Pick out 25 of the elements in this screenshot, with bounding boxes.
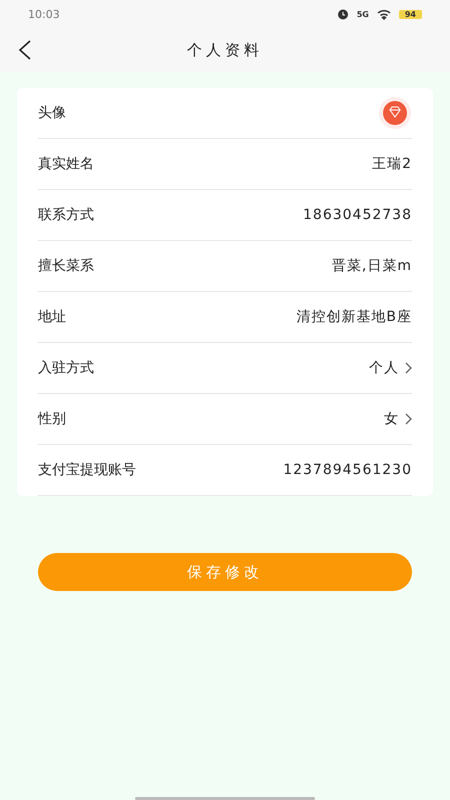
back-icon[interactable]: [18, 40, 32, 60]
field-label: 联系方式: [38, 206, 94, 224]
battery-level: 94: [398, 10, 422, 18]
field-value[interactable]: 女: [384, 410, 399, 428]
network-label: 5G: [356, 10, 369, 18]
status-time: 10:03: [28, 8, 60, 20]
wifi-icon: [376, 8, 391, 20]
field-label: 入驻方式: [38, 359, 94, 377]
field-label: 支付宝提现账号: [38, 461, 136, 479]
chevron-icon: [405, 413, 412, 425]
field-value: 清控创新基地B座: [296, 308, 412, 326]
chevron-icon: [405, 362, 412, 374]
avatar-icon[interactable]: [378, 96, 412, 130]
field-label: 地址: [38, 308, 66, 326]
field-label: 头像: [38, 104, 66, 122]
field-value: 晋菜,日菜m: [332, 257, 412, 275]
field-label: 真实姓名: [38, 155, 94, 173]
field-label: 性别: [38, 410, 66, 428]
alarm-icon: [336, 8, 349, 20]
field-value: 18630452738: [303, 207, 412, 223]
field-value: 王瑞2: [372, 155, 412, 173]
field-label: 擅长菜系: [38, 257, 94, 275]
field-value[interactable]: 个人: [369, 359, 399, 377]
page-title: 个人资料: [187, 40, 263, 60]
field-value: 1237894561230: [283, 462, 412, 478]
